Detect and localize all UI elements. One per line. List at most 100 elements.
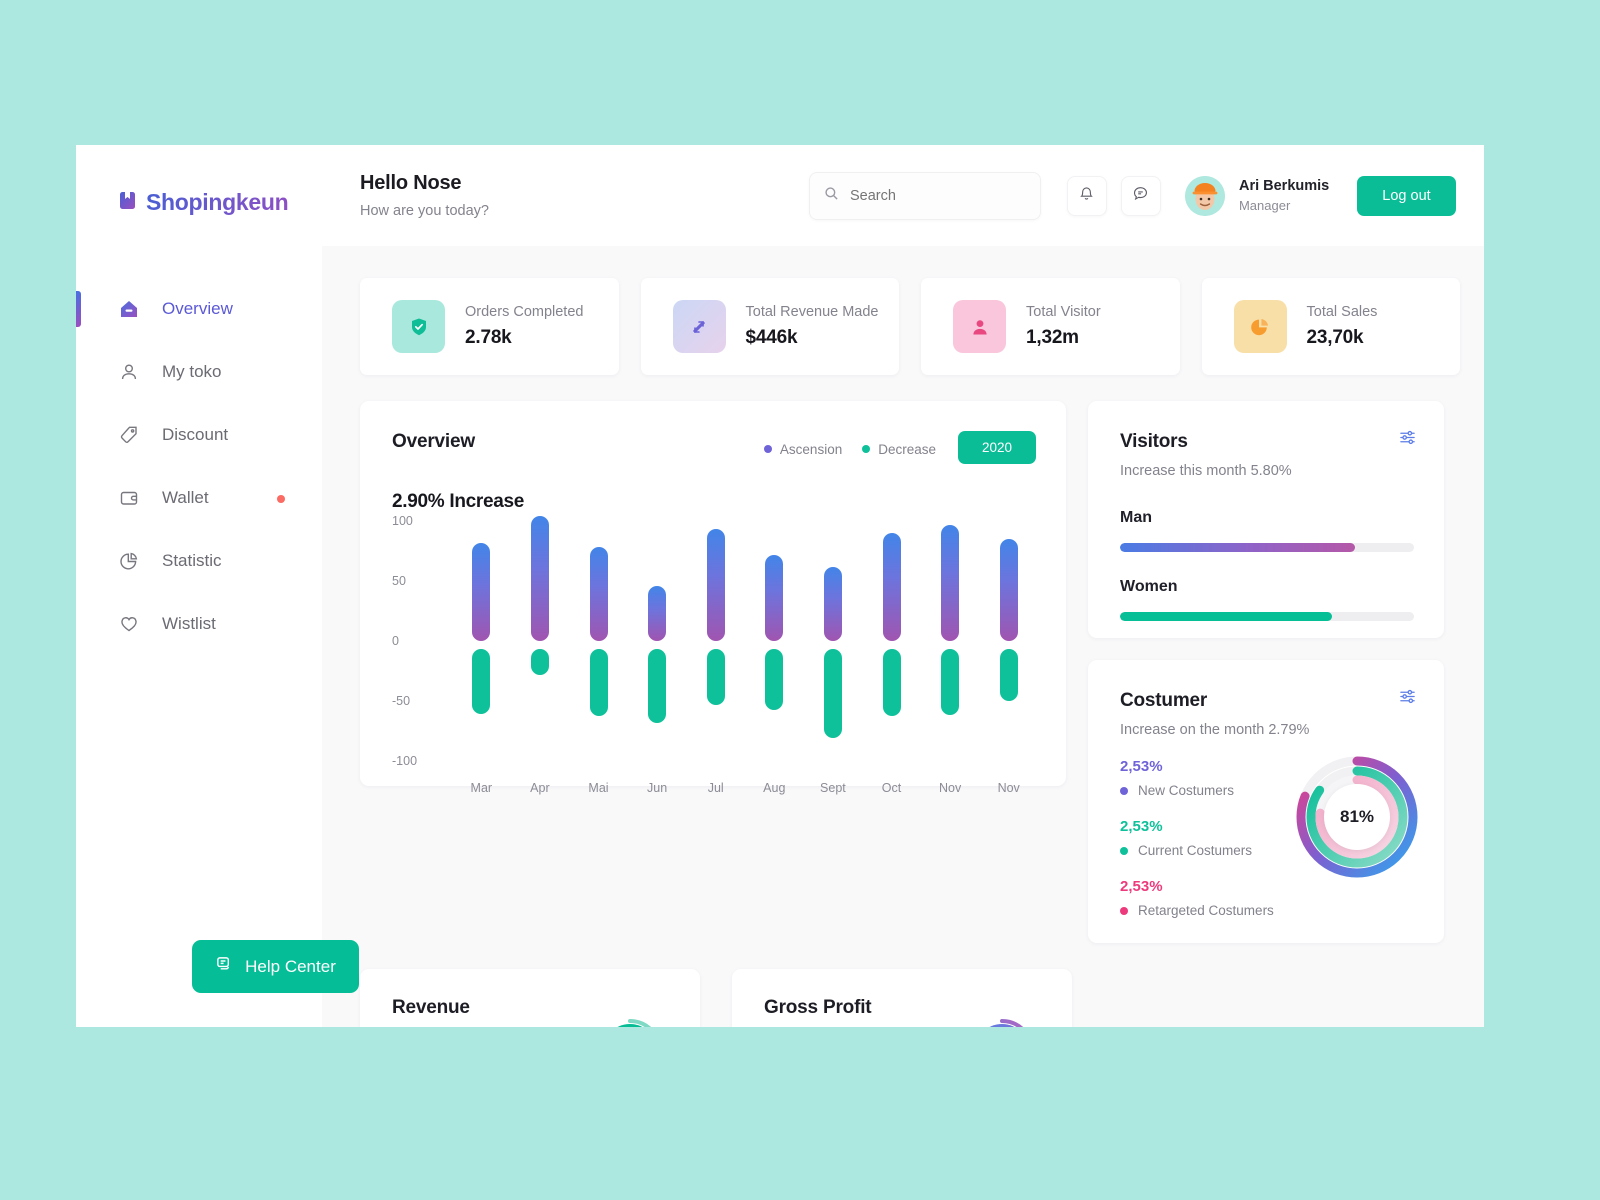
x-axis-label: Oct (881, 781, 902, 795)
sliders-icon[interactable] (1399, 688, 1416, 710)
bar-decrease (589, 649, 608, 717)
revenue-progress-ring: +5,7% (596, 1017, 664, 1027)
stat-card-orders-completed[interactable]: Orders Completed 2.78k (360, 278, 619, 375)
visitor-bar-women: Women (1120, 578, 1414, 621)
avatar[interactable] (1184, 175, 1225, 216)
bar-ascension (999, 539, 1018, 641)
help-center-button[interactable]: Help Center (192, 940, 359, 993)
bar-ascension (882, 533, 901, 641)
search-icon (824, 186, 839, 206)
message-button[interactable] (1120, 175, 1161, 216)
bar-series (452, 516, 1038, 761)
greeting-title: Hello Nose (360, 172, 462, 194)
user-info: Ari Berkumis Manager (1239, 178, 1329, 213)
bar-group (823, 521, 842, 761)
wallet-notification-dot (277, 495, 285, 503)
sidebar-item-overview[interactable]: Overview (76, 291, 322, 327)
customer-donut-chart: 81% (1292, 752, 1422, 882)
stat-card-total-sales[interactable]: Total Sales 23,70k (1201, 278, 1460, 375)
stat-card-total-visitor[interactable]: Total Visitor 1,32m (921, 278, 1180, 375)
year-filter-button[interactable]: 2020 (958, 431, 1036, 464)
progress-track (1120, 543, 1414, 552)
logout-button[interactable]: Log out (1357, 175, 1456, 216)
bar-group (706, 521, 725, 761)
stat-label: Total Revenue Made (745, 304, 879, 320)
sidebar-item-label: My toko (162, 362, 222, 381)
sidebar-item-wistlist[interactable]: Wistlist (76, 607, 322, 641)
heart-icon (118, 613, 140, 635)
x-axis-label: Nov (997, 781, 1020, 795)
revenue-title: Revenue (392, 997, 470, 1018)
sidebar: Shopingkeun Overview My toko Discount Wa… (76, 145, 359, 1027)
bar-group (941, 521, 960, 761)
greeting-block: Hello Nose How are you today? (360, 172, 489, 219)
bookmark-icon (118, 191, 137, 215)
chat-icon (215, 955, 234, 979)
customer-item-retargeted: 2,53% Retargeted Costumers (1120, 878, 1414, 918)
customer-label: New Costumers (1138, 783, 1235, 798)
stat-label: Total Visitor (1026, 304, 1101, 320)
home-icon (118, 298, 140, 320)
progress-fill (1120, 612, 1332, 621)
legend-dot (862, 445, 871, 453)
brand-name: Shopingkeun (146, 189, 289, 215)
x-axis-label: Sept (820, 781, 846, 795)
person-icon (953, 300, 1006, 353)
bar-group (765, 521, 784, 761)
sidebar-item-wallet[interactable]: Wallet (76, 481, 322, 515)
right-column: Visitors Increase this month 5.80% Man W… (1088, 401, 1444, 943)
legend-dot (1120, 906, 1128, 915)
legend-label: Ascension (779, 441, 843, 457)
progress-track (1120, 612, 1414, 621)
visitor-bar-label: Man (1120, 509, 1152, 526)
customer-legend: Retargeted Costumers (1120, 903, 1414, 918)
bar-decrease (472, 649, 491, 714)
bar-group (882, 521, 901, 761)
greeting-subtitle: How are you today? (360, 203, 489, 219)
search-box[interactable] (808, 171, 1041, 220)
visitors-card: Visitors Increase this month 5.80% Man W… (1088, 401, 1444, 638)
bar-decrease (648, 649, 667, 724)
sidebar-item-label: Overview (162, 299, 233, 318)
stat-value: $446k (745, 327, 798, 348)
x-axis-label: Mar (470, 781, 493, 795)
bar-group (589, 521, 608, 761)
user-name: Ari Berkumis (1238, 178, 1330, 194)
visitor-bar-label: Women (1120, 578, 1178, 595)
sidebar-item-discount[interactable]: Discount (76, 418, 322, 452)
bar-decrease (882, 649, 901, 717)
content-area: Orders Completed 2.78k Total Revenue Mad… (322, 246, 1484, 1027)
visitors-title: Visitors (1120, 431, 1188, 452)
y-axis-tick: -50 (392, 694, 411, 708)
legend-dot (763, 445, 772, 453)
y-axis-tick: 100 (392, 514, 413, 528)
y-axis-tick: -100 (392, 754, 418, 768)
bar-chart-plot: 100 50 0 -50 -100 Mar Apr Mai Jun Jul Aug Sept Oct N… (392, 514, 1038, 795)
y-axis-tick: 50 (392, 574, 406, 588)
gross-profit-title: Gross Profit (764, 997, 872, 1018)
sidebar-item-label: Wallet (162, 488, 209, 507)
bar-ascension (589, 547, 608, 641)
sliders-icon[interactable] (1399, 429, 1416, 451)
notification-button[interactable] (1066, 175, 1107, 216)
message-icon (1132, 185, 1149, 207)
pie-slice-icon (1233, 300, 1287, 353)
search-input[interactable] (849, 187, 1026, 204)
customer-label: Current Costumers (1138, 843, 1253, 858)
x-axis-label: Jun (647, 781, 668, 795)
help-center-label: Help Center (245, 956, 336, 976)
sidebar-item-my-toko[interactable]: My toko (76, 355, 322, 389)
bar-ascension (765, 554, 784, 641)
dashboard-window: Shopingkeun Overview My toko Discount Wa… (76, 145, 1484, 1027)
stat-value: 1,32m (1026, 327, 1079, 348)
customer-subtitle: Increase on the month 2.79% (1120, 722, 1310, 738)
sidebar-nav: Overview My toko Discount Wallet Statist… (76, 291, 322, 641)
x-axis-label: Aug (763, 781, 786, 795)
middle-row: Overview Ascension Decrease 2020 2.90% I… (360, 401, 1460, 943)
sidebar-item-statistic[interactable]: Statistic (76, 544, 322, 578)
customer-label: Retargeted Costumers (1138, 903, 1274, 918)
chart-subtitle: 2.90% Increase (392, 491, 525, 512)
x-axis-label: Apr (530, 781, 550, 795)
legend-dot (1120, 846, 1128, 855)
stat-card-total-revenue[interactable]: Total Revenue Made $446k (640, 278, 899, 375)
